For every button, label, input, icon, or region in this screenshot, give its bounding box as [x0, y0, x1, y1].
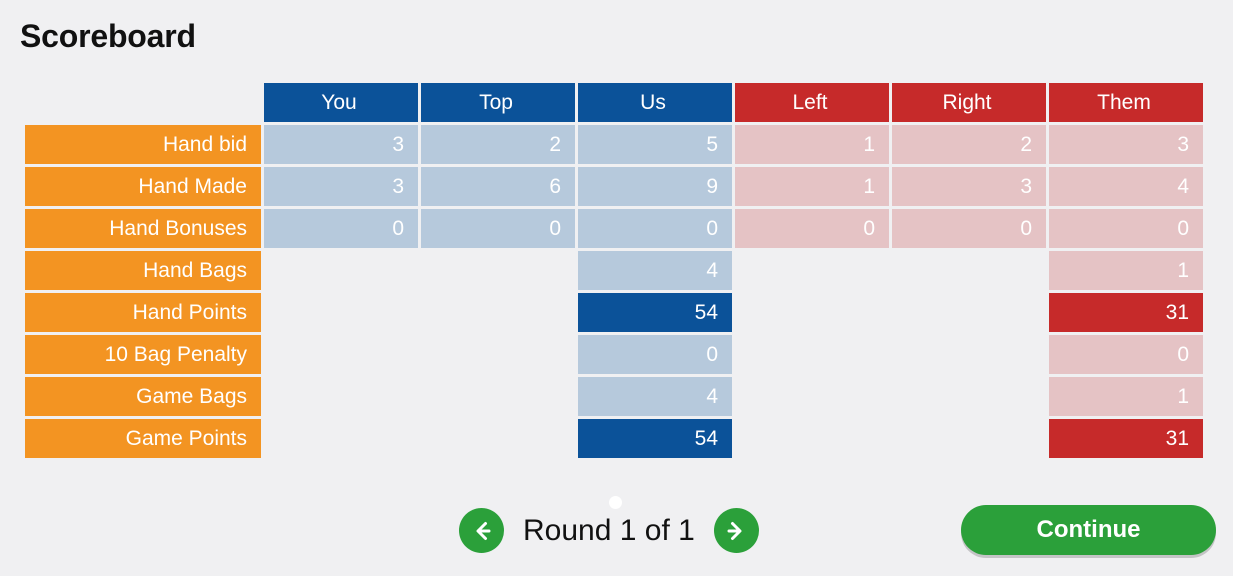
score-cell[interactable]: 4: [1049, 167, 1203, 206]
score-cell: [735, 419, 889, 458]
score-cell: [264, 293, 418, 332]
score-cell[interactable]: 3: [264, 125, 418, 164]
table-row: Hand Bags 4 1: [25, 251, 1203, 290]
score-cell[interactable]: 5: [578, 125, 732, 164]
prev-round-button[interactable]: [459, 508, 504, 553]
header-row: You Top Us Left Right Them: [25, 83, 1203, 122]
continue-button[interactable]: Continue: [961, 505, 1216, 555]
score-cell[interactable]: 4: [578, 251, 732, 290]
score-cell[interactable]: 54: [578, 293, 732, 332]
scoreboard-table: You Top Us Left Right Them Hand bid 3 2 5 1 2 3 Hand…: [22, 80, 1206, 461]
score-cell: [421, 377, 575, 416]
score-cell[interactable]: 3: [1049, 125, 1203, 164]
column-header-us[interactable]: Us: [578, 83, 732, 122]
score-cell[interactable]: 9: [578, 167, 732, 206]
score-cell[interactable]: 1: [735, 125, 889, 164]
column-header-them[interactable]: Them: [1049, 83, 1203, 122]
score-cell[interactable]: 4: [578, 377, 732, 416]
score-cell[interactable]: 0: [892, 209, 1046, 248]
score-cell: [264, 419, 418, 458]
score-cell[interactable]: 0: [1049, 209, 1203, 248]
table-row: Game Points 54 31: [25, 419, 1203, 458]
score-cell: [892, 419, 1046, 458]
score-cell: [421, 293, 575, 332]
score-cell: [264, 377, 418, 416]
score-cell[interactable]: 6: [421, 167, 575, 206]
row-label: Hand Made: [25, 167, 261, 206]
score-cell[interactable]: 0: [1049, 335, 1203, 374]
page-title: Scoreboard: [20, 18, 196, 54]
scoreboard-header: You Top Us Left Right Them: [25, 83, 1203, 122]
score-cell: [892, 251, 1046, 290]
next-round-button[interactable]: [713, 508, 759, 553]
score-cell[interactable]: 1: [1049, 251, 1203, 290]
score-cell: [892, 293, 1046, 332]
score-cell[interactable]: 1: [735, 167, 889, 206]
row-label: Game Bags: [25, 377, 261, 416]
round-label: Round 1 of 1: [523, 513, 695, 547]
score-cell: [892, 377, 1046, 416]
score-cell: [264, 335, 418, 374]
score-cell[interactable]: 0: [421, 209, 575, 248]
score-cell[interactable]: 0: [578, 209, 732, 248]
score-cell: [735, 377, 889, 416]
score-cell[interactable]: 3: [264, 167, 418, 206]
row-label: Hand Bags: [25, 251, 261, 290]
arrow-right-icon: [723, 518, 749, 544]
score-cell[interactable]: 0: [264, 209, 418, 248]
table-row: Hand Bonuses 0 0 0 0 0 0: [25, 209, 1203, 248]
table-row: Game Bags 4 1: [25, 377, 1203, 416]
score-cell: [421, 335, 575, 374]
round-navigation: Round 1 of 1: [459, 508, 759, 553]
column-header-left[interactable]: Left: [735, 83, 889, 122]
column-header-you[interactable]: You: [264, 83, 418, 122]
row-label: Hand Points: [25, 293, 261, 332]
table-row: 10 Bag Penalty 0 0: [25, 335, 1203, 374]
score-cell[interactable]: 2: [421, 125, 575, 164]
score-cell[interactable]: 2: [892, 125, 1046, 164]
table-row: Hand Points 54 31: [25, 293, 1203, 332]
score-cell: [892, 335, 1046, 374]
score-cell: [264, 251, 418, 290]
column-header-top[interactable]: Top: [421, 83, 575, 122]
score-cell[interactable]: 0: [735, 209, 889, 248]
score-cell[interactable]: 3: [892, 167, 1046, 206]
score-cell[interactable]: 31: [1049, 419, 1203, 458]
score-cell: [735, 335, 889, 374]
arrow-left-icon: [469, 518, 495, 544]
score-cell[interactable]: 54: [578, 419, 732, 458]
column-header-right[interactable]: Right: [892, 83, 1046, 122]
row-label: Hand bid: [25, 125, 261, 164]
row-label: 10 Bag Penalty: [25, 335, 261, 374]
score-cell[interactable]: 31: [1049, 293, 1203, 332]
row-label: Hand Bonuses: [25, 209, 261, 248]
score-cell: [421, 251, 575, 290]
score-cell: [735, 293, 889, 332]
score-cell: [421, 419, 575, 458]
table-row: Hand bid 3 2 5 1 2 3: [25, 125, 1203, 164]
header-corner: [25, 83, 261, 122]
score-cell[interactable]: 1: [1049, 377, 1203, 416]
score-cell: [735, 251, 889, 290]
row-label: Game Points: [25, 419, 261, 458]
score-cell[interactable]: 0: [578, 335, 732, 374]
scoreboard-body: Hand bid 3 2 5 1 2 3 Hand Made 3 6 9 1 3 4 Hand Bonuse…: [25, 125, 1203, 458]
table-row: Hand Made 3 6 9 1 3 4: [25, 167, 1203, 206]
